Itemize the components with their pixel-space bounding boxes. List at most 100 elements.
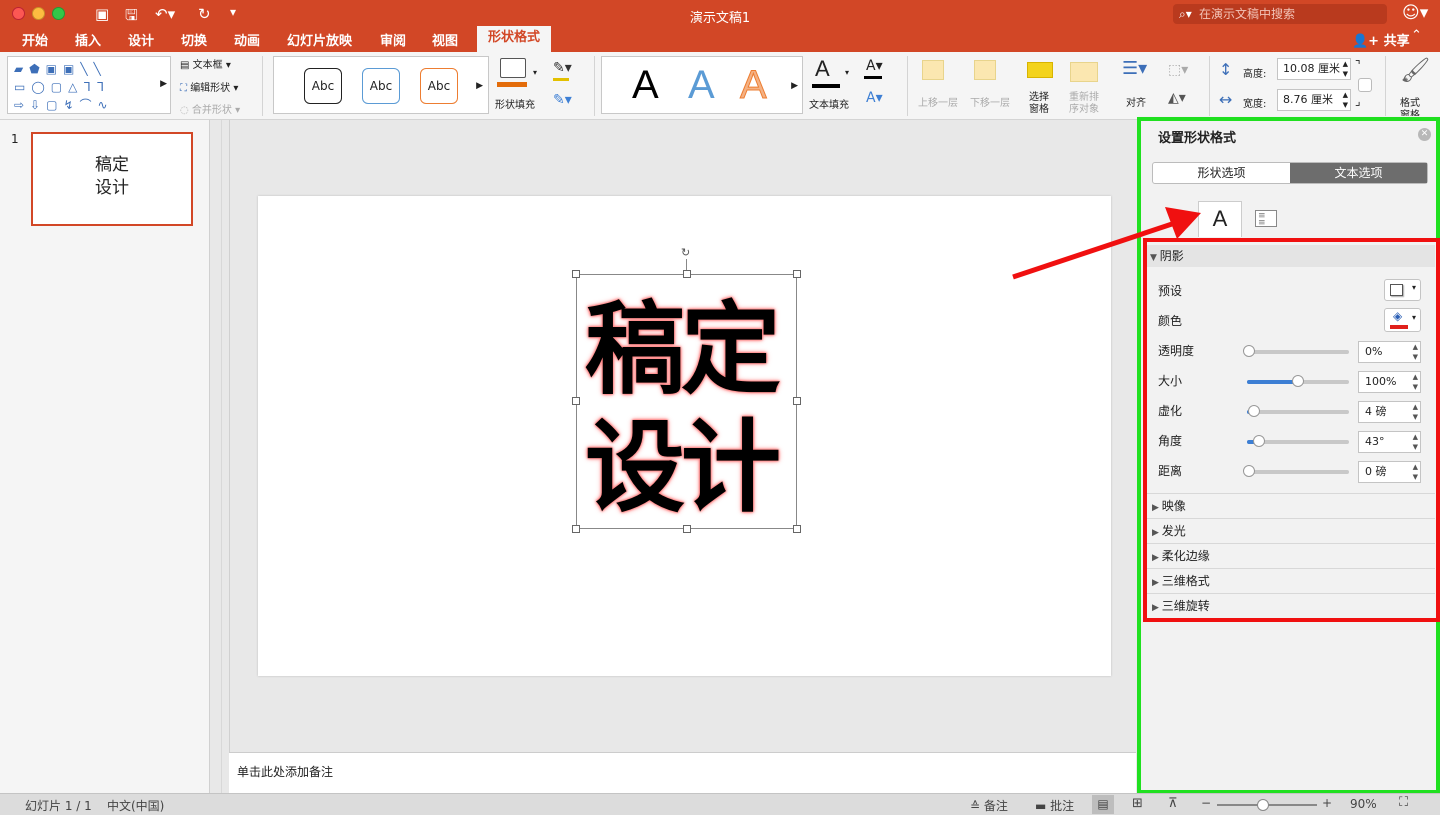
align-button[interactable]: ☰▾ 对齐 bbox=[1120, 58, 1160, 114]
resize-handle[interactable] bbox=[572, 397, 580, 405]
resize-handle[interactable] bbox=[683, 270, 691, 278]
collapse-ribbon-icon[interactable]: ⌃ bbox=[1411, 28, 1422, 43]
thumbnail-text-line-2: 设计 bbox=[95, 178, 129, 198]
rotate-handle-icon[interactable]: ↻ bbox=[681, 246, 690, 259]
slide-thumbnail[interactable]: 稿定 设计 bbox=[31, 132, 193, 226]
arrow-shaft bbox=[1012, 220, 1176, 280]
resize-handle[interactable] bbox=[793, 397, 801, 405]
slideshow-icon[interactable]: ⊼ bbox=[1168, 796, 1178, 811]
edit-shape-button[interactable]: ⛶ 编辑形状 ▾ bbox=[180, 79, 238, 94]
wordart-more-icon[interactable]: ▶ bbox=[791, 81, 798, 91]
lock-aspect-checkbox[interactable] bbox=[1358, 78, 1372, 92]
zoom-out-icon[interactable]: − bbox=[1201, 796, 1211, 810]
shape-effects-icon[interactable]: ✎▾ bbox=[553, 92, 572, 108]
fit-to-window-icon[interactable]: ⛶ bbox=[1399, 795, 1408, 810]
style-sample-1[interactable]: Abc bbox=[304, 68, 342, 104]
tab-review[interactable]: 审阅 bbox=[380, 30, 406, 49]
text-box-selection[interactable]: 稿定 设计 bbox=[576, 274, 797, 529]
shapes-gallery[interactable]: ▰⬟▣▣╲╲ ▭◯▢△ᒣᒣ ⇨⇩▢↯⌒∿ ▶ bbox=[7, 56, 171, 114]
panel-splitter[interactable] bbox=[221, 120, 222, 793]
comments-toggle-label: 批注 bbox=[1050, 799, 1075, 813]
group-icon[interactable]: ⬚▾ bbox=[1168, 62, 1188, 78]
tab-transitions[interactable]: 切换 bbox=[181, 30, 207, 49]
bring-forward-icon bbox=[922, 60, 944, 80]
outline-color-swatch bbox=[553, 78, 569, 81]
format-pane-button[interactable]: 🖌 格式 窗格 bbox=[1394, 56, 1434, 121]
tab-slideshow[interactable]: 幻灯片放映 bbox=[287, 30, 352, 49]
text-box-button[interactable]: ▤ 文本框 ▾ bbox=[180, 56, 231, 71]
resize-handle[interactable] bbox=[683, 525, 691, 533]
shape-fill-button[interactable]: ▾ 形状填充 bbox=[495, 56, 543, 112]
resize-handle[interactable] bbox=[572, 270, 580, 278]
style-sample-3[interactable]: Abc bbox=[420, 68, 458, 104]
comments-toggle-button[interactable]: ▬ 批注 bbox=[1035, 797, 1074, 814]
shape-outline-icon[interactable]: ✎▾ bbox=[553, 60, 572, 76]
stepper-icon[interactable]: ▲ ▼ bbox=[1343, 59, 1348, 79]
tab-insert[interactable]: 插入 bbox=[75, 30, 101, 49]
style-sample-2[interactable]: Abc bbox=[362, 68, 400, 104]
slide-sorter-icon[interactable]: ⊞ bbox=[1132, 796, 1143, 811]
notes-placeholder: 单击此处添加备注 bbox=[237, 765, 334, 779]
share-button[interactable]: 👤+ 共享 bbox=[1352, 30, 1410, 49]
width-input[interactable]: 8.76 厘米 ▲ ▼ bbox=[1277, 89, 1351, 111]
selection-pane-button[interactable]: 选择 窗格 bbox=[1025, 58, 1057, 116]
search-input[interactable]: ⌕▾ 在演示文稿中搜索 bbox=[1173, 4, 1387, 24]
normal-view-icon[interactable]: ▤ bbox=[1092, 795, 1114, 814]
notes-toggle-button[interactable]: ≙ 备注 bbox=[970, 797, 1008, 814]
send-backward-button[interactable]: 下移一层 bbox=[970, 58, 1015, 114]
rotate-icon[interactable]: ◭▾ bbox=[1168, 90, 1186, 106]
notes-toggle-label: 备注 bbox=[983, 799, 1008, 813]
notes-area[interactable]: 单击此处添加备注 bbox=[229, 752, 1136, 793]
shape-icons[interactable]: ▰⬟▣▣╲╲ ▭◯▢△ᒣᒣ ⇨⇩▢↯⌒∿ bbox=[14, 60, 114, 114]
red-highlight-box bbox=[1143, 238, 1440, 622]
height-icon: ↕ bbox=[1219, 60, 1233, 79]
bring-forward-button[interactable]: 上移一层 bbox=[918, 58, 963, 114]
ribbon-divider bbox=[907, 56, 908, 116]
ribbon-divider bbox=[262, 56, 263, 116]
account-icon[interactable]: ☺▾ bbox=[1402, 3, 1428, 23]
slide[interactable]: 稿定 设计 ↻ bbox=[258, 196, 1111, 676]
tab-animations[interactable]: 动画 bbox=[234, 30, 260, 49]
zoom-slider-knob[interactable] bbox=[1257, 799, 1269, 811]
tab-view[interactable]: 视图 bbox=[432, 30, 458, 49]
wordart-sample-1[interactable]: A bbox=[632, 63, 659, 108]
fill-color-swatch bbox=[497, 82, 527, 87]
ribbon-divider bbox=[1385, 56, 1386, 116]
align-icon: ☰▾ bbox=[1122, 58, 1148, 79]
text-outline-icon[interactable]: A▾ bbox=[866, 58, 883, 74]
merge-shapes-button[interactable]: ◌ 合并形状 ▾ bbox=[180, 101, 240, 116]
slide-count: 幻灯片 1 / 1 bbox=[25, 799, 92, 813]
wordart-sample-2[interactable]: A bbox=[688, 63, 715, 108]
send-backward-label: 下移一层 bbox=[970, 98, 1010, 109]
reorder-icon bbox=[1070, 62, 1098, 82]
shape-styles-gallery[interactable]: Abc Abc Abc ▶ bbox=[273, 56, 489, 114]
wordart-sample-3[interactable]: A bbox=[740, 63, 768, 108]
tab-home[interactable]: 开始 bbox=[22, 30, 48, 49]
resize-handle[interactable] bbox=[793, 270, 801, 278]
height-input[interactable]: 10.08 厘米 ▲ ▼ bbox=[1277, 58, 1351, 80]
text-fill-button[interactable]: A ▾ 文本填充 bbox=[809, 56, 855, 112]
tab-shape-format[interactable]: 形状格式 bbox=[477, 26, 551, 52]
status-bar: 幻灯片 1 / 1 中文(中国) ≙ 备注 ▬ 批注 ▤ ⊞ ⊼ − + 90%… bbox=[0, 793, 1440, 815]
zoom-slider[interactable] bbox=[1217, 799, 1317, 811]
paintbrush-icon: 🖌 bbox=[1400, 56, 1431, 84]
resize-handle[interactable] bbox=[793, 525, 801, 533]
slide-text-line-1: 稿定 bbox=[585, 291, 781, 408]
stepper-icon[interactable]: ▲ ▼ bbox=[1343, 90, 1348, 110]
language-indicator[interactable]: 中文(中国) bbox=[107, 797, 164, 814]
reorder-objects-button[interactable]: 重新排 序对象 bbox=[1066, 58, 1110, 116]
text-box-label: 文本框 bbox=[192, 60, 223, 71]
crop-corner-icon: ⌝ bbox=[1355, 58, 1361, 72]
zoom-level[interactable]: 90% bbox=[1350, 797, 1377, 811]
add-person-icon: 👤+ bbox=[1352, 34, 1384, 49]
text-effects-icon[interactable]: A▾ bbox=[866, 90, 883, 106]
zoom-in-icon[interactable]: + bbox=[1322, 796, 1332, 810]
width-label: 宽度: bbox=[1243, 99, 1267, 110]
comments-icon: ▬ bbox=[1035, 799, 1051, 813]
gallery-more-icon[interactable]: ▶ bbox=[160, 79, 167, 89]
styles-more-icon[interactable]: ▶ bbox=[476, 81, 483, 91]
chevron-down-icon: ▾ bbox=[845, 68, 850, 77]
resize-handle[interactable] bbox=[572, 525, 580, 533]
tab-design[interactable]: 设计 bbox=[128, 30, 154, 49]
wordart-gallery[interactable]: A A A ▶ bbox=[601, 56, 803, 114]
